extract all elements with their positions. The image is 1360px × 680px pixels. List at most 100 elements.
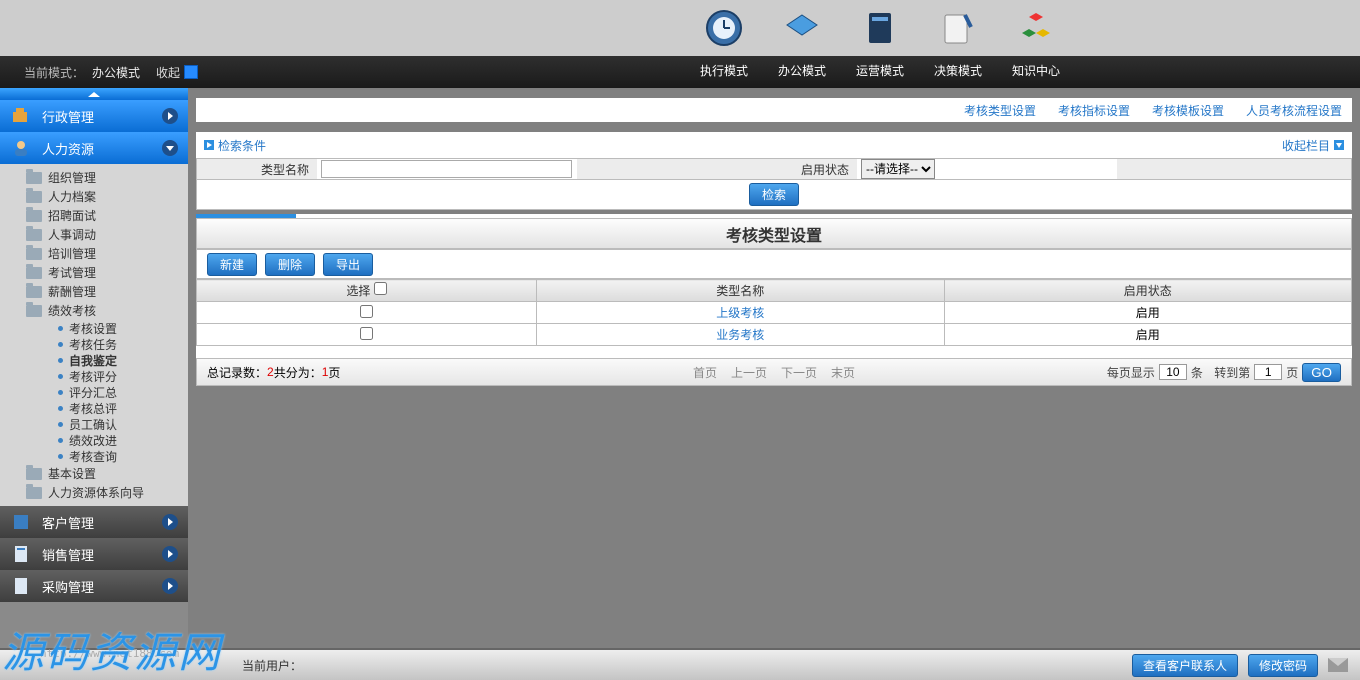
sidebar-section-hr[interactable]: 人力资源 (0, 132, 188, 164)
sidebar-scroll-up[interactable] (0, 88, 188, 100)
nav-label-decision[interactable]: 决策模式 (931, 62, 985, 82)
link-type-settings[interactable]: 考核类型设置 (964, 102, 1036, 119)
caret-down-icon (1334, 140, 1344, 150)
purchase-icon (10, 575, 32, 597)
top-nav-icons (0, 8, 1360, 58)
top-links: 考核类型设置 考核指标设置 考核模板设置 人员考核流程设置 (196, 98, 1352, 122)
perf-sub-improve[interactable]: 绩效改进 (0, 432, 188, 448)
perf-sub-self[interactable]: 自我鉴定 (0, 352, 188, 368)
chevron-right-icon (162, 578, 178, 594)
cubes-icon (1016, 8, 1056, 48)
sidebar-section-customer[interactable]: 客户管理 (0, 506, 188, 538)
customer-icon (10, 511, 32, 533)
pager-perpage-label: 每页显示 (1107, 364, 1155, 381)
perf-sub-query[interactable]: 考核查询 (0, 448, 188, 464)
perf-sub-task[interactable]: 考核任务 (0, 336, 188, 352)
sidebar-label-sales: 销售管理 (42, 545, 94, 564)
view-contact-button[interactable]: 查看客户联系人 (1132, 654, 1238, 677)
bullet-icon (58, 358, 63, 363)
search-panel: 检索条件 收起栏目 类型名称 启用状态 --请选择-- 检索 (196, 132, 1352, 210)
tree-item-transfer[interactable]: 人事调动 (0, 225, 188, 244)
nav-label-ops[interactable]: 运营模式 (853, 62, 907, 82)
tree-item-archive[interactable]: 人力档案 (0, 187, 188, 206)
new-button[interactable]: 新建 (207, 253, 257, 276)
tree-item-perf[interactable]: 绩效考核 (0, 301, 188, 320)
tree-item-exam[interactable]: 考试管理 (0, 263, 188, 282)
link-template-settings[interactable]: 考核模板设置 (1152, 102, 1224, 119)
sidebar-section-admin[interactable]: 行政管理 (0, 100, 188, 132)
link-indicator-settings[interactable]: 考核指标设置 (1058, 102, 1130, 119)
sidebar-label-purchase: 采购管理 (42, 577, 94, 596)
pager-pages-unit: 页 (328, 364, 340, 381)
pager-go-button[interactable]: GO (1302, 363, 1341, 382)
table-row: 上级考核 启用 (197, 302, 1352, 324)
note-icon (938, 8, 978, 48)
tree-item-salary[interactable]: 薪酬管理 (0, 282, 188, 301)
status-select[interactable]: --请选择-- (861, 159, 935, 179)
sidebar-section-purchase[interactable]: 采购管理 (0, 570, 188, 602)
tree-item-wizard[interactable]: 人力资源体系向导 (0, 483, 188, 502)
perf-sub-summary[interactable]: 评分汇总 (0, 384, 188, 400)
change-password-button[interactable]: 修改密码 (1248, 654, 1318, 677)
sales-icon (10, 543, 32, 565)
perf-sub-overall[interactable]: 考核总评 (0, 400, 188, 416)
folder-icon (26, 487, 42, 499)
col-status: 启用状态 (944, 280, 1352, 302)
hr-icon (10, 137, 32, 159)
book-icon (782, 8, 822, 48)
row-status: 启用 (944, 324, 1352, 346)
sidebar-section-sales[interactable]: 销售管理 (0, 538, 188, 570)
row-checkbox[interactable] (360, 305, 373, 318)
search-button[interactable]: 检索 (749, 183, 799, 206)
sidebar-label-hr: 人力资源 (42, 139, 94, 158)
pager-last[interactable]: 末页 (831, 364, 855, 381)
tree-item-basic[interactable]: 基本设置 (0, 464, 188, 483)
tree-item-recruit[interactable]: 招聘面试 (0, 206, 188, 225)
nav-exec-mode[interactable] (697, 8, 751, 58)
row-name-link[interactable]: 上级考核 (716, 306, 764, 320)
admin-icon (10, 105, 32, 127)
row-name-link[interactable]: 业务考核 (716, 328, 764, 342)
chevron-down-icon (162, 140, 178, 156)
nav-ops-mode[interactable] (853, 8, 907, 58)
pager-next[interactable]: 下一页 (781, 364, 817, 381)
row-status: 启用 (944, 302, 1352, 324)
pager-goto-input[interactable] (1254, 364, 1282, 380)
nav-label-office[interactable]: 办公模式 (775, 62, 829, 82)
tree-item-training[interactable]: 培训管理 (0, 244, 188, 263)
pager: 总记录数： 2 共分为： 1 页 首页 上一页 下一页 末页 每页显示 条 转到… (196, 358, 1352, 386)
bullet-icon (58, 390, 63, 395)
nav-decision-mode[interactable] (931, 8, 985, 58)
perf-sub-score[interactable]: 考核评分 (0, 368, 188, 384)
nav-label-knowledge[interactable]: 知识中心 (1009, 62, 1063, 82)
folder-icon (26, 468, 42, 480)
select-all-checkbox[interactable] (374, 282, 387, 295)
folder-icon (26, 191, 42, 203)
bullet-icon (58, 326, 63, 331)
nav-office-mode[interactable] (775, 8, 829, 58)
export-button[interactable]: 导出 (323, 253, 373, 276)
pager-prev[interactable]: 上一页 (731, 364, 767, 381)
folder-icon (26, 305, 42, 317)
delete-button[interactable]: 删除 (265, 253, 315, 276)
collapse-panel-link[interactable]: 收起栏目 (1282, 137, 1344, 154)
pager-perpage-input[interactable] (1159, 364, 1187, 380)
nav-label-exec[interactable]: 执行模式 (697, 62, 751, 82)
pager-total: 2 (267, 365, 274, 379)
bullet-icon (58, 374, 63, 379)
pager-pages: 1 (322, 365, 329, 379)
col-select: 选择 (197, 280, 537, 302)
nav-knowledge[interactable] (1009, 8, 1063, 58)
chevron-right-icon (162, 108, 178, 124)
link-flow-settings[interactable]: 人员考核流程设置 (1246, 102, 1342, 119)
status-label: 启用状态 (577, 159, 857, 179)
search-panel-title: 检索条件 (218, 137, 266, 154)
type-name-input[interactable] (321, 160, 572, 178)
row-checkbox[interactable] (360, 327, 373, 340)
perf-sub-settings[interactable]: 考核设置 (0, 320, 188, 336)
folder-icon (26, 248, 42, 260)
perf-sub-confirm[interactable]: 员工确认 (0, 416, 188, 432)
tree-item-org[interactable]: 组织管理 (0, 168, 188, 187)
pager-first[interactable]: 首页 (693, 364, 717, 381)
mail-icon[interactable] (1328, 658, 1348, 672)
